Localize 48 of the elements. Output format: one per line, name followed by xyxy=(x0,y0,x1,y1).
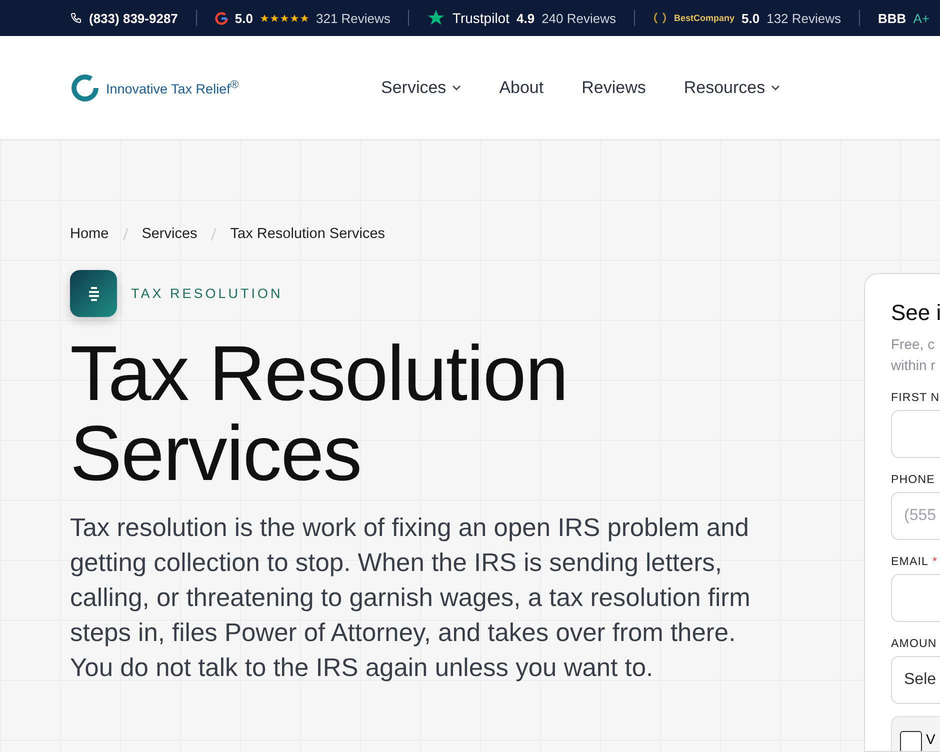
nav-link[interactable]: Services xyxy=(381,78,462,98)
logo-text[interactable]: Innovative Tax Relief$^{®}$ xyxy=(106,78,239,96)
breadcrumb-link[interactable]: Home xyxy=(70,226,109,242)
required-mark: * xyxy=(932,556,937,568)
chevron-down-icon xyxy=(771,84,780,90)
review-count: 240 Reviews xyxy=(542,10,616,26)
rating-brand: Trustpilot xyxy=(452,10,510,26)
consent-label: V xyxy=(926,731,936,747)
input-field[interactable] xyxy=(891,574,940,622)
chevron-down-icon xyxy=(452,84,462,90)
breadcrumb-link[interactable]: Services xyxy=(142,226,198,242)
nav-link[interactable]: Reviews xyxy=(582,78,646,98)
breadcrumb-separator-icon xyxy=(211,228,216,240)
rating-score: 5.0 xyxy=(742,10,760,26)
review-count: 321 Reviews xyxy=(316,10,390,26)
star-icon xyxy=(427,9,446,27)
star-icon xyxy=(290,14,299,22)
page-title: Tax Resolution Services xyxy=(70,333,569,493)
rating-score: 4.9 xyxy=(516,10,535,26)
rating-score: 5.0 xyxy=(234,10,253,26)
rating-brand: BBB xyxy=(878,10,906,26)
field-label: EMAIL xyxy=(891,556,929,568)
eyebrow-label: TAX RESOLUTION xyxy=(131,286,283,301)
google-logo-icon xyxy=(214,12,228,24)
checkbox[interactable] xyxy=(900,731,922,751)
select-field[interactable]: Sele xyxy=(891,656,940,704)
category-badge-icon xyxy=(70,270,117,317)
breadcrumb-separator-icon xyxy=(122,228,128,240)
phone-link[interactable]: (833) 839-9287 xyxy=(89,10,178,26)
rating-score: A+ xyxy=(913,10,930,26)
star-icon xyxy=(260,14,269,22)
form-title: See i xyxy=(891,300,940,326)
field-label: AMOUN xyxy=(891,638,937,650)
field-label: FIRST N xyxy=(891,392,940,404)
nav-link[interactable]: Resources xyxy=(684,78,780,98)
form-subtitle: Free, c within r xyxy=(891,335,936,375)
star-icon xyxy=(280,14,289,22)
nav-link[interactable]: About xyxy=(499,78,544,98)
review-count: 132 Reviews xyxy=(766,10,842,26)
intro-paragraph: Tax resolution is the work of fixing an open IRS problem and getting collection to stop. When the IRS is sending letters, calling, or threatening to garnish wages, a tax resolution firm steps in, files Power of Attorney, and takes over from there. You do not talk to the IRS again unless you want to. xyxy=(70,513,752,684)
laurel-icon xyxy=(653,11,667,25)
phone-icon xyxy=(70,12,82,24)
logo-icon xyxy=(70,72,100,102)
star-icon xyxy=(270,14,279,22)
rating-brand: BestCompany xyxy=(674,13,735,23)
input-field[interactable] xyxy=(891,410,940,458)
field-label: PHONE xyxy=(891,474,935,486)
star-icon xyxy=(300,14,309,22)
